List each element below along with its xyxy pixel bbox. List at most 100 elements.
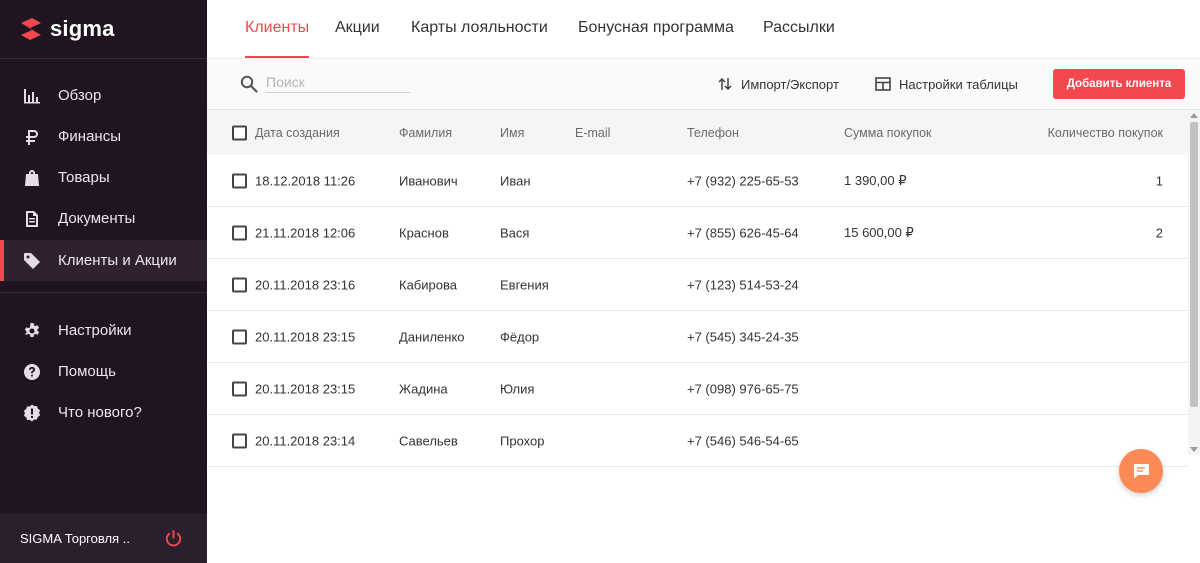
tab-label: Акции	[335, 19, 380, 36]
sidebar-item-finance[interactable]: Финансы	[0, 116, 207, 157]
sidebar-item-label: Финансы	[58, 128, 121, 145]
logo[interactable]: sigma	[18, 14, 115, 44]
sidebar-item-clients[interactable]: Клиенты и Акции	[0, 240, 207, 281]
table-row[interactable]: 20.11.2018 23:15 Жадина Юлия +7 (098) 97…	[207, 363, 1188, 415]
tab-promotions[interactable]: Акции	[335, 19, 380, 58]
top-tabs: Клиенты Акции Карты лояльности Бонусная …	[207, 0, 1200, 58]
header-last-name[interactable]: Фамилия	[399, 126, 452, 140]
cell-first-name: Прохор	[500, 433, 545, 448]
shopping-bag-icon	[22, 168, 42, 188]
scroll-thumb[interactable]	[1190, 122, 1198, 407]
sidebar-item-label: Документы	[58, 210, 136, 227]
header-date[interactable]: Дата создания	[255, 126, 340, 140]
cell-phone: +7 (545) 345-24-35	[687, 329, 799, 344]
table-settings-label: Настройки таблицы	[899, 76, 1018, 92]
cell-date: 21.11.2018 12:06	[255, 225, 356, 240]
cell-sum: 1 390,00 ₽	[844, 172, 907, 188]
cell-count: 2	[1155, 225, 1163, 240]
scroll-up-arrow-icon[interactable]	[1190, 113, 1198, 118]
tab-label: Бонусная программа	[578, 19, 734, 36]
search-icon[interactable]	[240, 75, 258, 93]
table-row[interactable]: 18.12.2018 11:26 Иванович Иван +7 (932) …	[207, 155, 1188, 207]
import-export-button[interactable]: Импорт/Экспорт	[717, 76, 839, 92]
cell-count: 1	[1155, 173, 1163, 188]
header-email[interactable]: E-mail	[575, 126, 610, 140]
sidebar-item-whats-new[interactable]: Что нового?	[0, 392, 207, 433]
cell-first-name: Евгения	[500, 277, 549, 292]
tag-icon	[22, 251, 42, 271]
row-checkbox[interactable]	[232, 329, 247, 344]
table-row[interactable]: 21.11.2018 12:06 Краснов Вася +7 (855) 6…	[207, 207, 1188, 259]
table-row[interactable]: 20.11.2018 23:15 Даниленко Фёдор +7 (545…	[207, 311, 1188, 363]
row-checkbox[interactable]	[232, 381, 247, 396]
cell-phone: +7 (855) 626-45-64	[687, 225, 799, 240]
chart-bars-icon	[22, 86, 42, 106]
sidebar-item-label: Клиенты и Акции	[58, 252, 177, 269]
power-icon[interactable]	[164, 529, 183, 548]
ruble-icon	[22, 127, 42, 147]
cell-phone: +7 (932) 225-65-53	[687, 173, 799, 188]
cell-phone: +7 (123) 514-53-24	[687, 277, 799, 292]
table-row[interactable]: 20.11.2018 23:14 Савельев Прохор +7 (546…	[207, 415, 1188, 467]
cell-last-name: Иванович	[399, 173, 458, 188]
sidebar-item-label: Обзор	[58, 87, 102, 104]
scroll-down-arrow-icon[interactable]	[1190, 447, 1198, 452]
alert-badge-icon	[22, 403, 42, 423]
select-all-checkbox[interactable]	[232, 125, 247, 140]
sidebar-item-products[interactable]: Товары	[0, 157, 207, 198]
cell-date: 20.11.2018 23:15	[255, 381, 356, 396]
tab-label: Клиенты	[245, 19, 310, 36]
cell-phone: +7 (546) 546-54-65	[687, 433, 799, 448]
cell-sum: 15 600,00 ₽	[844, 224, 914, 240]
header-sum[interactable]: Сумма покупок	[844, 126, 932, 140]
tab-label: Карты лояльности	[411, 19, 548, 36]
sigma-logo-icon	[21, 18, 41, 40]
tab-bonus-program[interactable]: Бонусная программа	[578, 19, 734, 58]
sidebar-item-help[interactable]: Помощь	[0, 351, 207, 392]
clients-table: Дата создания Фамилия Имя E-mail Телефон…	[207, 110, 1188, 467]
chat-button[interactable]	[1119, 449, 1163, 493]
cell-last-name: Даниленко	[399, 329, 465, 344]
cell-first-name: Юлия	[500, 381, 535, 396]
row-checkbox[interactable]	[232, 173, 247, 188]
tab-mailings[interactable]: Рассылки	[763, 19, 835, 58]
header-phone[interactable]: Телефон	[687, 126, 739, 140]
search-input[interactable]	[266, 71, 410, 93]
table-header: Дата создания Фамилия Имя E-mail Телефон…	[207, 110, 1188, 155]
cell-first-name: Иван	[500, 173, 531, 188]
import-export-label: Импорт/Экспорт	[741, 76, 839, 92]
chat-icon	[1133, 464, 1149, 479]
sidebar-item-label: Что нового?	[58, 404, 142, 421]
table-row[interactable]: 20.11.2018 23:16 Кабирова Евгения +7 (12…	[207, 259, 1188, 311]
header-count[interactable]: Количество покупок	[1048, 126, 1163, 140]
cell-date: 20.11.2018 23:16	[255, 277, 356, 292]
sidebar-item-label: Помощь	[58, 363, 116, 380]
tab-clients[interactable]: Клиенты	[245, 19, 310, 58]
row-checkbox[interactable]	[232, 433, 247, 448]
sidebar-divider	[0, 58, 207, 59]
cell-last-name: Жадина	[399, 381, 448, 396]
cell-date: 20.11.2018 23:15	[255, 329, 356, 344]
sort-arrows-icon	[718, 77, 732, 91]
table-scrollbar[interactable]	[1188, 110, 1200, 455]
logo-text: sigma	[50, 16, 115, 41]
cell-last-name: Краснов	[399, 225, 449, 240]
document-icon	[22, 209, 42, 229]
sidebar-divider	[0, 292, 207, 293]
add-client-button[interactable]: Добавить клиента	[1053, 69, 1185, 99]
company-name[interactable]: SIGMA Торговля ..	[20, 531, 130, 546]
tab-loyalty-cards[interactable]: Карты лояльности	[411, 19, 548, 58]
table-settings-button[interactable]: Настройки таблицы	[875, 76, 1018, 92]
cell-last-name: Савельев	[399, 433, 458, 448]
sidebar-item-label: Товары	[58, 169, 110, 186]
table-grid-icon	[875, 77, 891, 91]
sidebar-item-overview[interactable]: Обзор	[0, 75, 207, 116]
header-first-name[interactable]: Имя	[500, 126, 524, 140]
row-checkbox[interactable]	[232, 225, 247, 240]
row-checkbox[interactable]	[232, 277, 247, 292]
sidebar-item-documents[interactable]: Документы	[0, 198, 207, 239]
gear-icon	[22, 321, 42, 341]
sidebar-item-settings[interactable]: Настройки	[0, 310, 207, 351]
sidebar-item-label: Настройки	[58, 322, 132, 339]
cell-last-name: Кабирова	[399, 277, 457, 292]
